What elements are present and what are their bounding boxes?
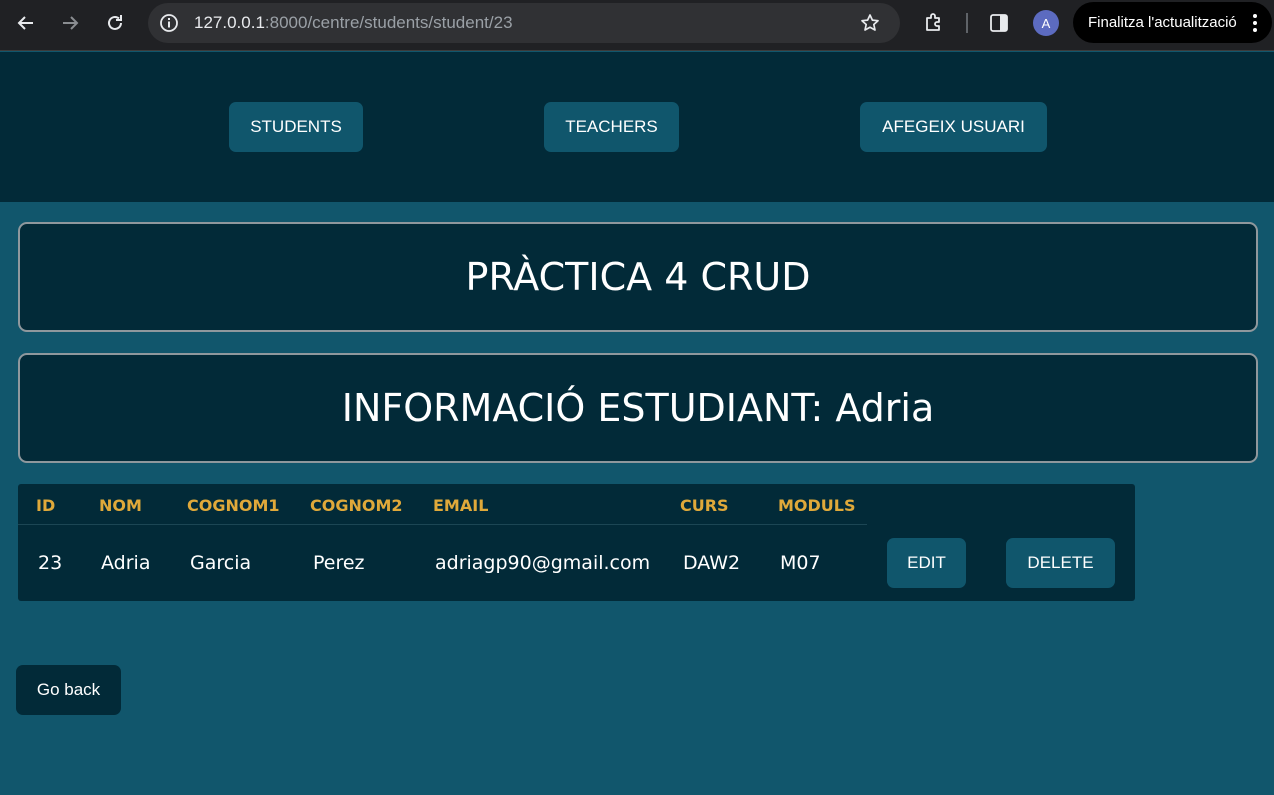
column-header-cognom1: COGNOM1	[187, 496, 280, 515]
cell-curs: DAW2	[683, 552, 741, 574]
top-navigation: STUDENTS TEACHERS AFEGEIX USUARI	[0, 52, 1274, 202]
more-menu-icon[interactable]	[1252, 13, 1258, 37]
url-text[interactable]: 127.0.0.1:8000/centre/students/student/2…	[194, 13, 513, 33]
url-path: :8000/centre/students/student/23	[264, 13, 513, 32]
column-header-nom: NOM	[99, 496, 142, 515]
url-host: 127.0.0.1	[194, 13, 265, 32]
section-title: INFORMACIÓ ESTUDIANT: Adria	[18, 353, 1258, 463]
bookmark-star-icon[interactable]	[860, 13, 880, 37]
side-panel-icon[interactable]	[988, 12, 1010, 38]
page-title: PRÀCTICA 4 CRUD	[18, 222, 1258, 332]
update-browser-button[interactable]: Finalitza l'actualització	[1073, 2, 1272, 43]
column-header-id: ID	[36, 496, 56, 515]
column-header-cognom2: COGNOM2	[310, 496, 403, 515]
update-browser-label: Finalitza l'actualització	[1088, 14, 1237, 31]
reload-icon[interactable]	[98, 6, 132, 40]
edit-button[interactable]: EDIT	[887, 538, 966, 588]
address-bar[interactable]: 127.0.0.1:8000/centre/students/student/2…	[148, 3, 900, 43]
toolbar-divider	[966, 13, 968, 33]
nav-add-user-button[interactable]: AFEGEIX USUARI	[860, 102, 1047, 152]
column-header-email: EMAIL	[433, 496, 489, 515]
cell-moduls: M07	[780, 552, 821, 574]
extensions-icon[interactable]	[922, 11, 946, 39]
cell-nom: Adria	[101, 552, 151, 574]
header-divider	[18, 524, 867, 525]
forward-arrow-icon[interactable]	[53, 6, 87, 40]
cell-email: adriagp90@gmail.com	[435, 552, 651, 574]
delete-button[interactable]: DELETE	[1006, 538, 1115, 588]
cell-id: 23	[38, 552, 63, 574]
cell-cognom2: Perez	[313, 552, 365, 574]
nav-teachers-button[interactable]: TEACHERS	[544, 102, 679, 152]
student-table: ID NOM COGNOM1 COGNOM2 EMAIL CURS MODULS…	[18, 484, 1135, 601]
back-arrow-icon[interactable]	[9, 6, 43, 40]
column-header-curs: CURS	[680, 496, 729, 515]
site-info-icon[interactable]	[158, 12, 180, 34]
column-header-moduls: MODULS	[778, 496, 856, 515]
nav-students-button[interactable]: STUDENTS	[229, 102, 363, 152]
browser-toolbar: 127.0.0.1:8000/centre/students/student/2…	[0, 0, 1274, 51]
go-back-button[interactable]: Go back	[16, 665, 121, 715]
profile-avatar[interactable]: A	[1033, 10, 1059, 36]
cell-cognom1: Garcia	[190, 552, 252, 574]
